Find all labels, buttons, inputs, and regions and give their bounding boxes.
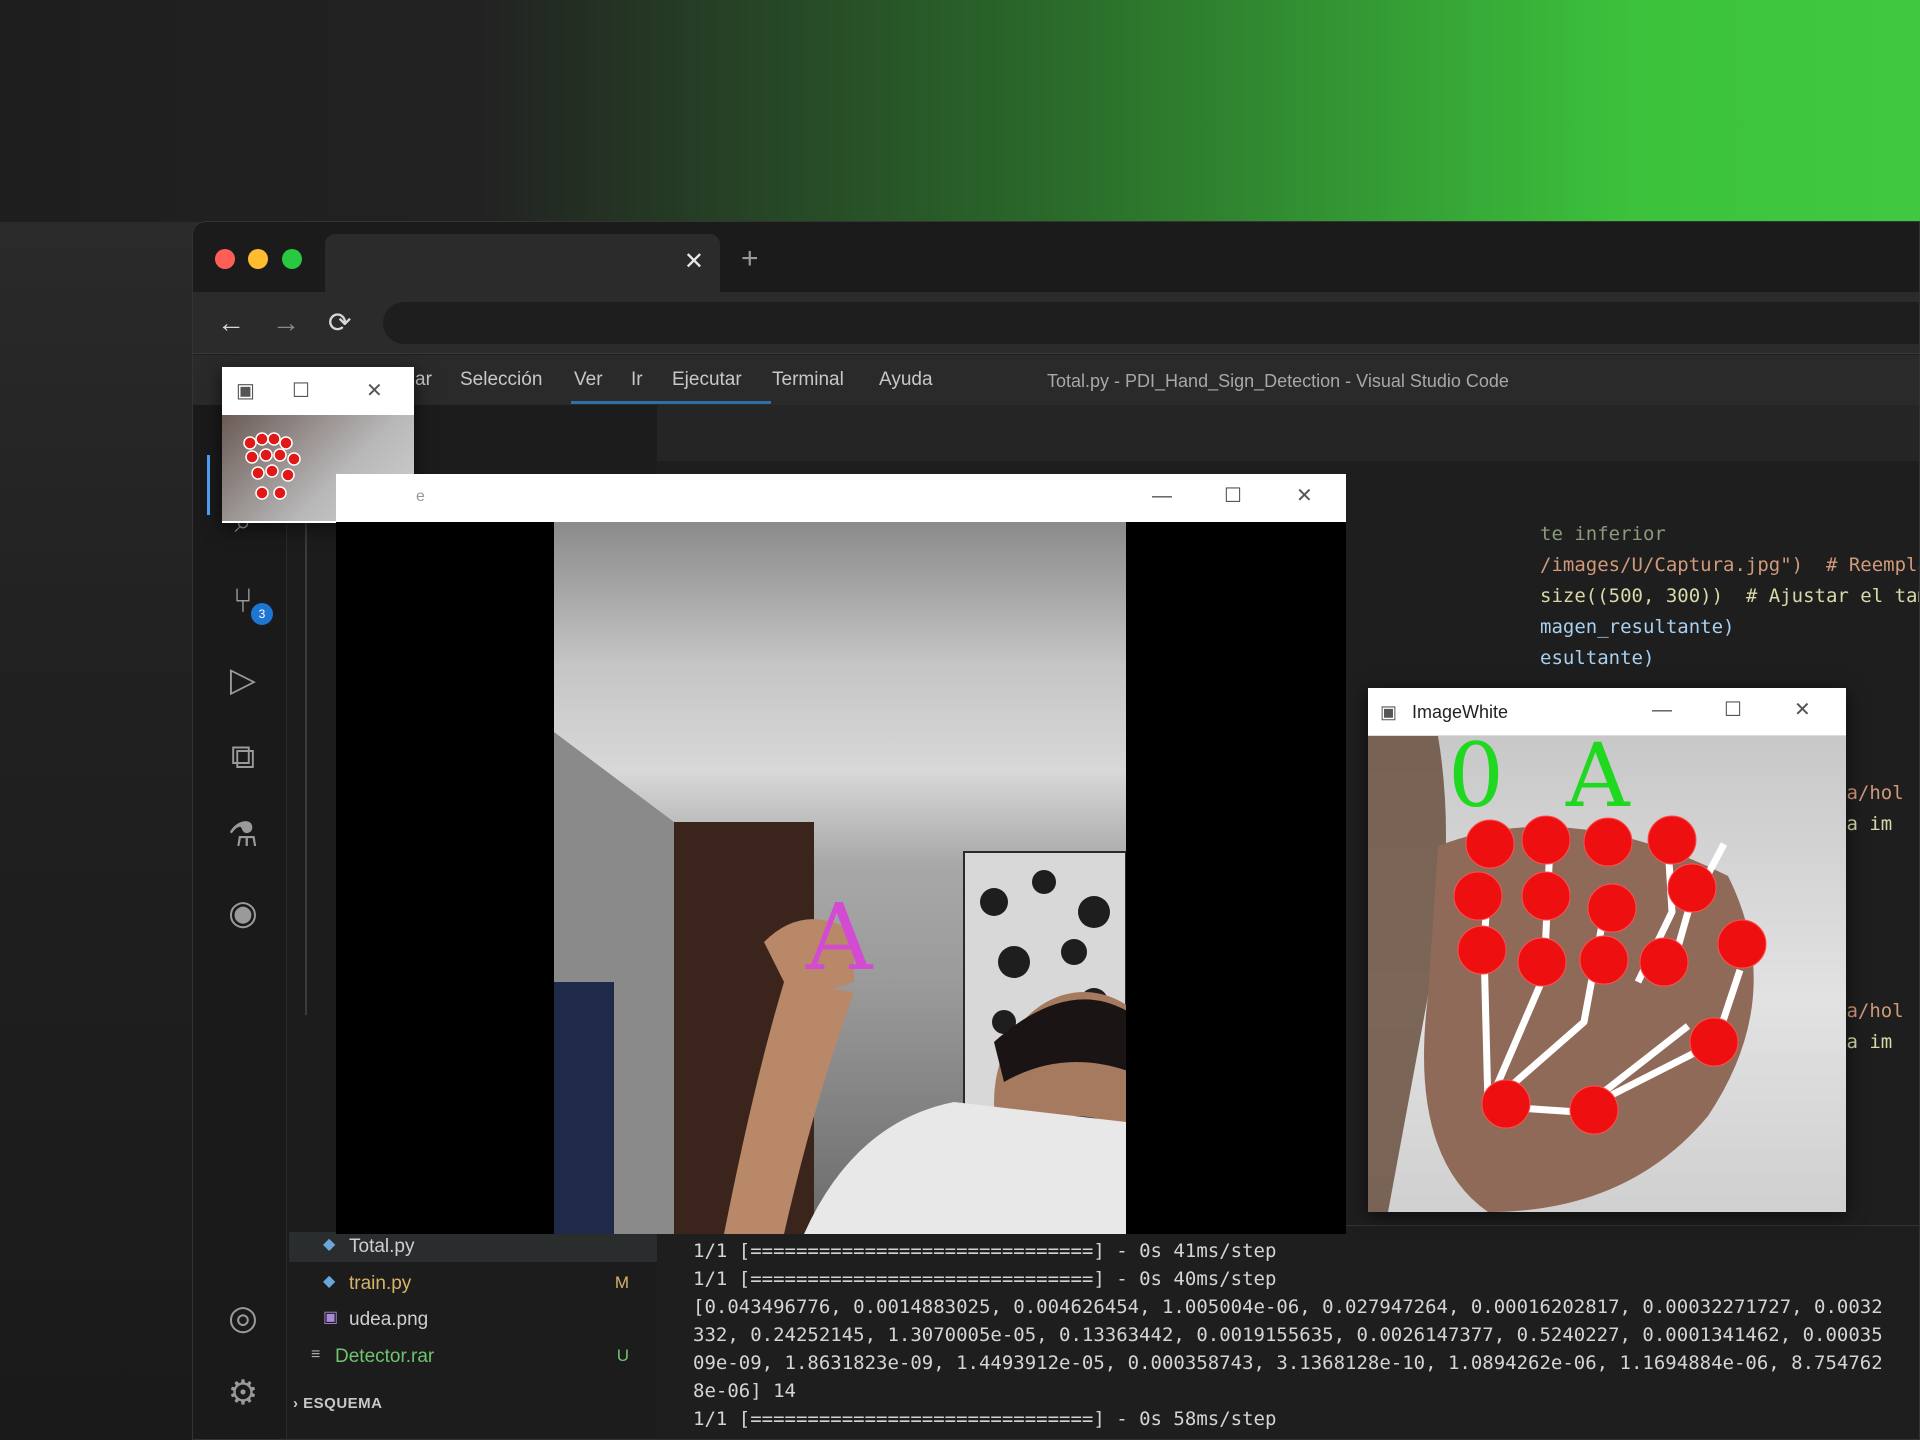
webcam-scene-drawing	[554, 732, 1126, 1234]
webcam-scene: A	[554, 522, 1126, 1234]
tab-close-icon[interactable]: ✕	[684, 247, 704, 277]
file-item-total-py[interactable]: ◆ Total.py	[289, 1232, 659, 1262]
browser-toolbar: ← → ⟳	[193, 292, 1919, 354]
menu-item-selection[interactable]: Selección	[460, 369, 542, 391]
file-name: udea.png	[349, 1309, 429, 1330]
terminal-line: 09e-09, 1.8631823e-09, 1.4493912e-05, 0.…	[693, 1352, 1883, 1374]
terminal-line: 1/1 [==============================] - 0…	[693, 1240, 1277, 1262]
terminal-panel[interactable]: 1/1 [==============================] - 0…	[657, 1225, 1919, 1439]
file-name: train.py	[349, 1273, 412, 1294]
maximize-icon[interactable]: ☐	[1724, 698, 1742, 722]
run-debug-icon[interactable]: ▷	[223, 660, 263, 700]
desktop-background-top	[0, 0, 1920, 222]
close-window-dot[interactable]	[215, 249, 235, 269]
editor-tabs	[657, 405, 1919, 461]
menu-item-run[interactable]: Ejecutar	[672, 369, 742, 391]
prediction-index-label: 0	[1448, 736, 1504, 827]
close-icon[interactable]: ✕	[1296, 484, 1313, 508]
file-item-udea-png[interactable]: ▣ udea.png	[289, 1305, 659, 1335]
back-arrow-icon[interactable]: ←	[217, 306, 245, 340]
terminal-line: 8e-06] 14	[693, 1380, 796, 1402]
zoom-window-dot[interactable]	[282, 249, 302, 269]
file-item-detector-rar[interactable]: ≡ Detector.rar U	[289, 1342, 659, 1372]
detected-letter-label: A	[806, 884, 873, 991]
account-icon[interactable]: ◎	[223, 1298, 263, 1338]
sidebar-divider	[305, 455, 307, 1015]
archive-file-icon: ≡	[311, 1346, 321, 1363]
image-file-icon: ▣	[323, 1309, 339, 1326]
outline-header[interactable]: › ESQUEMA	[293, 1395, 383, 1412]
minimize-window-dot[interactable]	[248, 249, 268, 269]
terminal-line: [0.043496776, 0.0014883025, 0.004626454,…	[693, 1296, 1883, 1318]
activity-bar: ❐ ⌕ ⑂ 3 ▷ ⧉ ⚗ ◉ ◎ ⚙	[193, 405, 287, 1439]
menu-item-view[interactable]: Ver	[574, 369, 603, 391]
code-line: /images/U/Captura.jpg") # Reemplaza "rut…	[1540, 554, 1919, 576]
file-name: Total.py	[349, 1236, 415, 1257]
active-view-marker	[207, 455, 210, 515]
window-app-icon: ▣	[236, 380, 255, 402]
address-bar[interactable]	[383, 302, 1919, 344]
testing-flask-icon[interactable]: ⚗	[223, 815, 263, 855]
git-status-flag: M	[614, 1273, 629, 1292]
window-app-icon: ▣	[1380, 702, 1398, 722]
prediction-letter-label: A	[1566, 736, 1630, 827]
file-item-train-py[interactable]: ◆ train.py M	[289, 1269, 659, 1299]
terminal-line: 332, 0.24252145, 1.3070005e-05, 0.133634…	[693, 1324, 1883, 1346]
window-title: Total.py - PDI_Hand_Sign_Detection - Vis…	[1047, 371, 1509, 391]
menu-item-go[interactable]: Ir	[631, 369, 643, 391]
github-icon[interactable]: ◉	[223, 893, 263, 933]
menu-item-help[interactable]: Ayuda	[879, 369, 933, 391]
reload-icon[interactable]: ⟳	[328, 306, 351, 340]
imagewhite-title: ImageWhite	[1412, 702, 1509, 722]
camera-feed-window[interactable]: e — ☐ ✕ A	[336, 474, 1346, 1234]
camera-window-titlebar: e — ☐ ✕	[336, 474, 1346, 522]
browser-tab[interactable]: ✕	[325, 234, 720, 292]
hand-landmarks-view: 0 A	[1368, 736, 1846, 1212]
extensions-icon[interactable]: ⧉	[223, 737, 263, 777]
settings-gear-icon[interactable]: ⚙	[223, 1373, 263, 1413]
code-line: te inferior	[1540, 523, 1666, 545]
outline-header-label: ESQUEMA	[303, 1395, 383, 1412]
menu-focus-underline	[571, 401, 771, 404]
minimize-icon[interactable]: —	[1152, 484, 1172, 508]
terminal-line: 1/1 [==============================] - 0…	[693, 1268, 1277, 1290]
python-file-icon: ◆	[323, 1273, 336, 1290]
vscode-menubar: ar Selección Ver Ir Ejecutar Terminal Ay…	[193, 355, 1919, 405]
menu-item-terminal[interactable]: Terminal	[772, 369, 844, 391]
minimize-icon[interactable]: —	[1652, 698, 1672, 722]
code-line: magen_resultante)	[1540, 616, 1735, 638]
camera-window-title: e	[416, 488, 425, 505]
git-status-flag: U	[616, 1346, 629, 1365]
imagewhite-titlebar: ▣ ImageWhite — ☐ ✕	[1368, 688, 1846, 736]
imagewhite-window[interactable]: ▣ ImageWhite — ☐ ✕ 0 A	[1368, 688, 1846, 1212]
python-file-icon: ◆	[323, 1236, 336, 1253]
code-line: size((500, 300)) # Ajustar el tamaño de …	[1540, 585, 1919, 607]
close-icon[interactable]: ✕	[366, 379, 383, 403]
camera-view: A	[336, 522, 1346, 1234]
menu-item-edit[interactable]: ar	[415, 369, 432, 391]
new-tab-button[interactable]: +	[741, 244, 759, 274]
source-control-badge: 3	[251, 603, 273, 625]
forward-arrow-icon[interactable]: →	[272, 306, 300, 340]
code-line: esultante)	[1540, 647, 1655, 669]
mini-window-titlebar: ▣ ☐ ✕	[222, 367, 414, 415]
maximize-icon[interactable]: ☐	[1224, 484, 1242, 508]
maximize-icon[interactable]: ☐	[292, 379, 310, 403]
terminal-line: 1/1 [==============================] - 0…	[693, 1408, 1277, 1430]
close-icon[interactable]: ✕	[1794, 698, 1811, 722]
browser-tabbar: ✕ +	[193, 222, 1919, 292]
file-name: Detector.rar	[335, 1346, 435, 1367]
